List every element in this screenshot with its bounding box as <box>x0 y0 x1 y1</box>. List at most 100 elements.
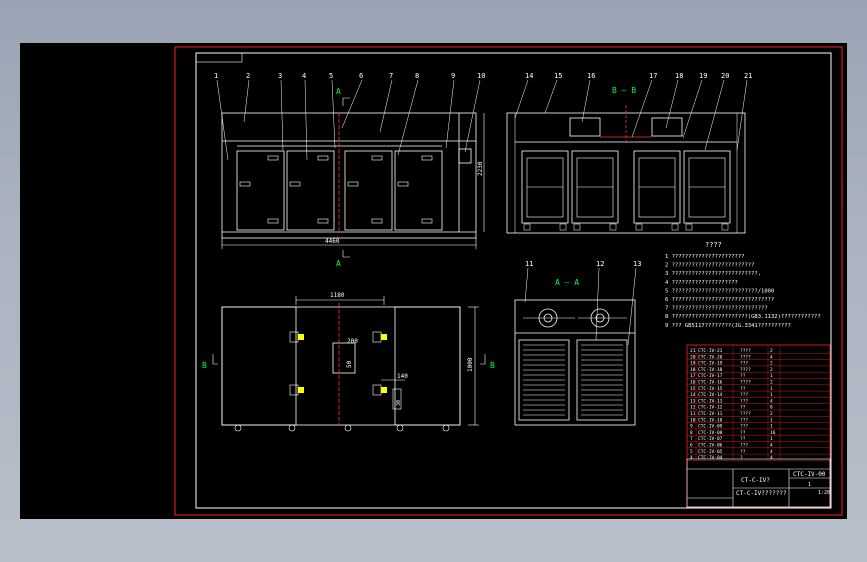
parts-qty: 4 <box>770 398 773 404</box>
tray-rack <box>688 157 726 218</box>
front-callout-8: 8 <box>415 72 419 80</box>
parts-qty: 2 <box>770 411 773 417</box>
parts-no: 17 <box>690 373 696 379</box>
parts-name: ?? <box>740 405 746 411</box>
section-aa-callouts: 11 12 13 <box>524 260 641 346</box>
parts-qty: 2 <box>770 348 773 354</box>
tray-rack <box>526 157 564 218</box>
bb-callout-leader-16 <box>581 79 591 123</box>
hinge-block <box>289 384 299 396</box>
parts-name: ??? <box>740 392 748 398</box>
title-sheet: 1 <box>808 482 811 488</box>
parts-no: 5 <box>690 449 693 455</box>
front-callout-leader-7 <box>379 79 393 133</box>
front-callout-7: 7 <box>389 72 393 80</box>
bb-callout-18: 18 <box>675 72 683 80</box>
door-hinge <box>421 218 433 224</box>
parts-no: 9 <box>690 424 693 430</box>
section-marker-b-right: B <box>490 361 495 370</box>
bb-callout-leader-19 <box>682 79 703 139</box>
section-aa-view <box>514 299 636 426</box>
hinge-block <box>372 331 382 343</box>
parts-no: 14 <box>690 392 696 398</box>
parts-code: CTC-IV-19 <box>698 361 723 367</box>
parts-no: 7 <box>690 436 693 442</box>
parts-qty: 4 <box>770 443 773 449</box>
front-callout-9: 9 <box>451 72 455 80</box>
parts-no: 19 <box>690 361 696 367</box>
front-callout-6: 6 <box>359 72 363 80</box>
hinge-marker <box>298 334 304 340</box>
front-callout-leader-9 <box>445 79 455 149</box>
parts-qty: 4 <box>770 354 773 360</box>
section-marker-a-bottom: A <box>336 259 341 268</box>
bb-callout-leader-15 <box>544 79 558 114</box>
parts-code: CTC-IV-04 <box>698 455 723 461</box>
plan-dim-50: 50 <box>346 360 353 368</box>
parts-qty: 1 <box>770 417 773 423</box>
parts-qty: 1 <box>770 373 773 379</box>
frame-corner-box <box>195 52 243 63</box>
cad-viewport[interactable]: 1 2 3 4 5 6 7 8 9 10 4460 2230 A A 14 15 16 17 18 19 20… <box>20 43 847 519</box>
front-width-dim: 4460 <box>325 238 340 245</box>
hinge-marker <box>298 387 304 393</box>
parts-code: CTC-IV-17 <box>698 373 723 379</box>
front-callout-leader-4 <box>304 79 308 161</box>
parts-name: ?? <box>740 449 746 455</box>
parts-code: CTC-IV-16 <box>698 380 723 386</box>
front-callout-leader-1 <box>216 79 229 161</box>
aa-callout-12: 12 <box>596 260 604 268</box>
parts-no: 11 <box>690 411 696 417</box>
note-line: 5 ??????????????????????????/1000 <box>665 288 774 294</box>
hinge-block <box>289 331 299 343</box>
caster-wheel <box>344 424 352 432</box>
front-view-callouts: 1 2 3 4 5 6 7 8 9 10 <box>214 72 485 161</box>
parts-code: CTC-IV-10 <box>698 417 723 423</box>
drawing-canvas[interactable]: 1 2 3 4 5 6 7 8 9 10 4460 2230 A A 14 15 16 17 18 19 20… <box>20 43 847 519</box>
section-b-arrow-left <box>212 354 218 365</box>
aa-callout-leader-12 <box>595 267 600 341</box>
parts-no: 13 <box>690 398 696 404</box>
door-hinge <box>317 155 329 161</box>
notes-title: ???? <box>705 241 722 249</box>
note-line: 7 ????????????????????????????? <box>665 306 768 312</box>
caster <box>609 223 617 231</box>
bb-callout-leader-20 <box>704 79 725 151</box>
bb-callout-21: 21 <box>744 72 752 80</box>
plan-dim-140: 140 <box>397 373 408 380</box>
bb-callout-14: 14 <box>525 72 533 80</box>
parts-no: 8 <box>690 430 693 436</box>
front-callout-10: 10 <box>477 72 485 80</box>
door-hinge <box>289 181 301 187</box>
hinge-block <box>372 384 382 396</box>
parts-code: CTC-IV-14 <box>698 392 723 398</box>
title-block: 21 CTC-IV-21???? 220 CTC-IV-20???? 419 CTC-IV… <box>686 344 831 508</box>
note-line: 2 ????????????????????????? <box>665 263 754 269</box>
caster-wheel <box>442 424 450 432</box>
parts-qty: 16 <box>770 430 776 436</box>
door-hinge <box>347 181 359 187</box>
aa-callout-11: 11 <box>525 260 533 268</box>
parts-name: ???? <box>740 380 751 386</box>
parts-no: 16 <box>690 380 696 386</box>
parts-code: CTC-IV-05 <box>698 449 723 455</box>
parts-code: CTC-IV-13 <box>698 398 723 404</box>
parts-name: ???? <box>740 411 751 417</box>
parts-no: 15 <box>690 386 696 392</box>
parts-name: ?? <box>740 386 746 392</box>
section-aa-shelves <box>523 344 623 416</box>
parts-name: ??? <box>740 443 748 449</box>
front-callout-leader-8 <box>397 79 419 156</box>
bb-callout-leader-14 <box>514 79 529 119</box>
parts-no: 10 <box>690 417 696 423</box>
parts-code: CTC-IV-09 <box>698 424 723 430</box>
parts-no: 4 <box>690 455 693 461</box>
aa-callout-13: 13 <box>633 260 641 268</box>
parts-name: ??? <box>740 398 748 404</box>
caster <box>573 223 581 231</box>
parts-code: CTC-IV-15 <box>698 386 723 392</box>
front-callout-leader-6 <box>341 79 363 129</box>
door-hinge <box>267 155 279 161</box>
caster <box>523 223 531 231</box>
plan-dim-200: 200 <box>347 338 358 345</box>
